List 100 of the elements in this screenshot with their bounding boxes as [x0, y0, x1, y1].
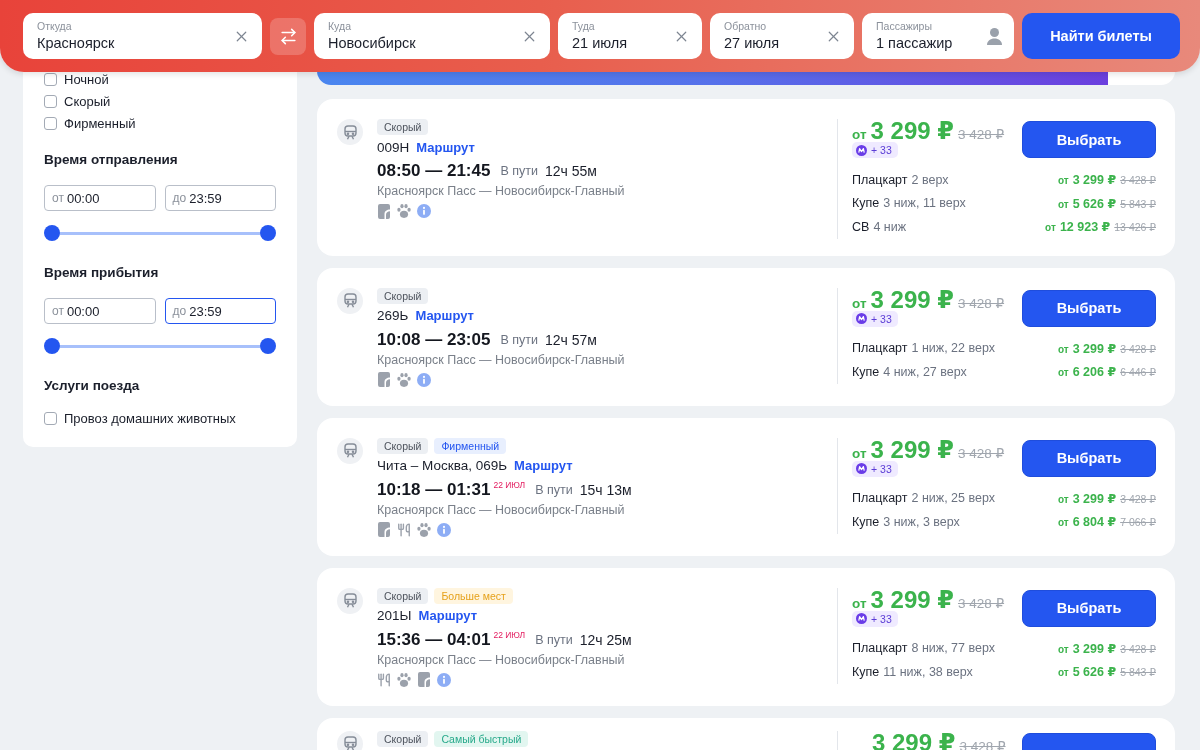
train-tag: Больше мест	[434, 587, 513, 604]
paw-icon	[397, 372, 411, 387]
price: 3 299 ₽	[870, 287, 954, 312]
seat-count: 11 ниж, 38 верх	[883, 664, 973, 679]
select-button[interactable]: Выбрать	[1022, 439, 1156, 477]
price: 3 299 ₽	[870, 119, 954, 143]
train-icon	[337, 287, 363, 314]
field-value: Красноярск	[37, 34, 116, 52]
station-names: Красноярск Пасс — Новосибирск-Главный	[377, 501, 626, 518]
train-tag: Скорый	[377, 437, 429, 454]
travel-time-label: В пути	[500, 164, 538, 178]
filter-heading: Время прибытия	[44, 264, 160, 282]
car-class: Плацкарт	[852, 641, 908, 656]
paw-icon	[397, 672, 411, 687]
class-price: 3 299 ₽	[1072, 640, 1117, 656]
class-old-price: 13 426 ₽	[1114, 221, 1156, 234]
class-old-price: 5 843 ₽	[1120, 197, 1156, 210]
slider-thumb[interactable]	[260, 338, 276, 354]
seat-count: 3 ниж, 11 верх	[883, 196, 966, 211]
select-button[interactable]: Выбрать	[1022, 121, 1156, 158]
seat-count: 2 ниж, 25 верх	[911, 491, 995, 506]
seat-count: 1 ниж, 22 верх	[911, 341, 995, 356]
info-icon[interactable]	[437, 672, 451, 687]
checkbox[interactable]	[44, 94, 57, 108]
train-tag: Скорый	[377, 587, 429, 604]
travel-time-label: В пути	[500, 332, 538, 347]
class-price-prefix: от	[1057, 643, 1069, 655]
select-button[interactable]: Выбрать	[1022, 289, 1156, 327]
paw-icon	[417, 522, 431, 537]
class-old-price: 6 446 ₽	[1120, 366, 1156, 379]
cutlery-icon	[377, 672, 391, 687]
old-price: 3 428 ₽	[957, 594, 1005, 613]
time-input[interactable]: до 23:59	[164, 185, 276, 211]
info-icon[interactable]	[417, 204, 431, 218]
folded-linen-icon	[377, 203, 391, 219]
travel-duration: 15ч 13м	[579, 481, 632, 498]
checkbox[interactable]	[44, 411, 57, 425]
time-input[interactable]: от 00:00	[44, 298, 156, 324]
info-icon[interactable]	[437, 522, 451, 537]
info-icon[interactable]	[417, 372, 431, 387]
slider-thumb[interactable]	[44, 338, 60, 354]
bonus-points: + 33	[871, 612, 892, 625]
search-button[interactable]: Найти билеты	[1022, 13, 1180, 59]
route-link[interactable]: Маршрут	[415, 308, 474, 323]
route-link[interactable]: Маршрут	[514, 458, 573, 473]
car-class: Купе	[852, 364, 880, 379]
paw-icon	[397, 204, 411, 218]
time-input[interactable]: от 00:00	[44, 185, 156, 211]
train-number: 009Н	[377, 139, 410, 155]
car-class: Купе	[852, 196, 880, 211]
select-button[interactable]: Выбрать	[1022, 589, 1156, 627]
swap-button[interactable]	[270, 17, 306, 55]
train-icon	[337, 437, 363, 464]
time-input[interactable]: до 23:59	[164, 298, 276, 324]
price: 3 299 ₽	[870, 437, 954, 462]
class-price-prefix: от	[1045, 222, 1056, 234]
train-icon	[337, 119, 363, 145]
station-names: Красноярск Пасс — Новосибирск-Главный	[377, 351, 625, 368]
input-prefix: до	[172, 304, 187, 318]
filter-heading: Услуги поезда	[44, 377, 141, 395]
price-prefix: от	[852, 294, 867, 313]
field-value: 27 июля	[724, 34, 781, 52]
slider-thumb[interactable]	[260, 225, 276, 241]
car-class: Купе	[852, 664, 880, 679]
old-price: 3 428 ₽	[957, 294, 1005, 313]
swap-icon	[278, 26, 298, 46]
arrival-date: 22 ИЮЛ	[493, 629, 526, 640]
route-link[interactable]: Маршрут	[416, 139, 475, 155]
passengers-field[interactable]: Пассажиры 1 пассажир	[862, 13, 1014, 59]
input-value: 23:59	[189, 303, 222, 319]
class-price-prefix: от	[1057, 198, 1069, 210]
checkbox[interactable]	[44, 116, 57, 130]
class-price: 6 206 ₽	[1072, 364, 1117, 380]
price: 3 299 ₽	[872, 730, 956, 750]
bonus-logo-icon	[856, 463, 867, 474]
folded-linen-icon	[377, 522, 391, 537]
field-value: 1 пассажир	[876, 34, 954, 52]
travel-time-label: В пути	[535, 632, 573, 647]
departure-arrival-times: 10:18 — 01:31	[377, 479, 491, 500]
slider-thumb[interactable]	[44, 225, 60, 241]
car-class: Плацкарт	[852, 341, 908, 356]
route-link[interactable]: Маршрут	[418, 608, 477, 623]
car-class: Плацкарт	[852, 172, 908, 187]
input-value: 23:59	[189, 190, 222, 206]
class-price-prefix: от	[1057, 175, 1069, 187]
bonus-logo-icon	[856, 613, 867, 624]
train-icon	[337, 587, 363, 614]
field-label: Обратно	[724, 20, 768, 32]
departure-arrival-times: 10:08 — 23:05	[377, 329, 491, 350]
seat-count: 4 ниж, 27 верх	[883, 364, 967, 379]
class-old-price: 3 428 ₽	[1120, 342, 1156, 355]
date-field[interactable]: Обратно 27 июля	[710, 13, 854, 59]
train-tag: Скорый	[377, 730, 429, 747]
field-label: Пассажиры	[876, 20, 933, 32]
date-field[interactable]: Туда 21 июля	[558, 13, 702, 59]
class-price-prefix: от	[1057, 517, 1069, 529]
checkbox[interactable]	[44, 72, 57, 86]
bonus-points: + 33	[871, 462, 892, 475]
from-field[interactable]: Откуда Красноярск	[23, 13, 262, 59]
to-field[interactable]: Куда Новосибирск	[314, 13, 550, 59]
